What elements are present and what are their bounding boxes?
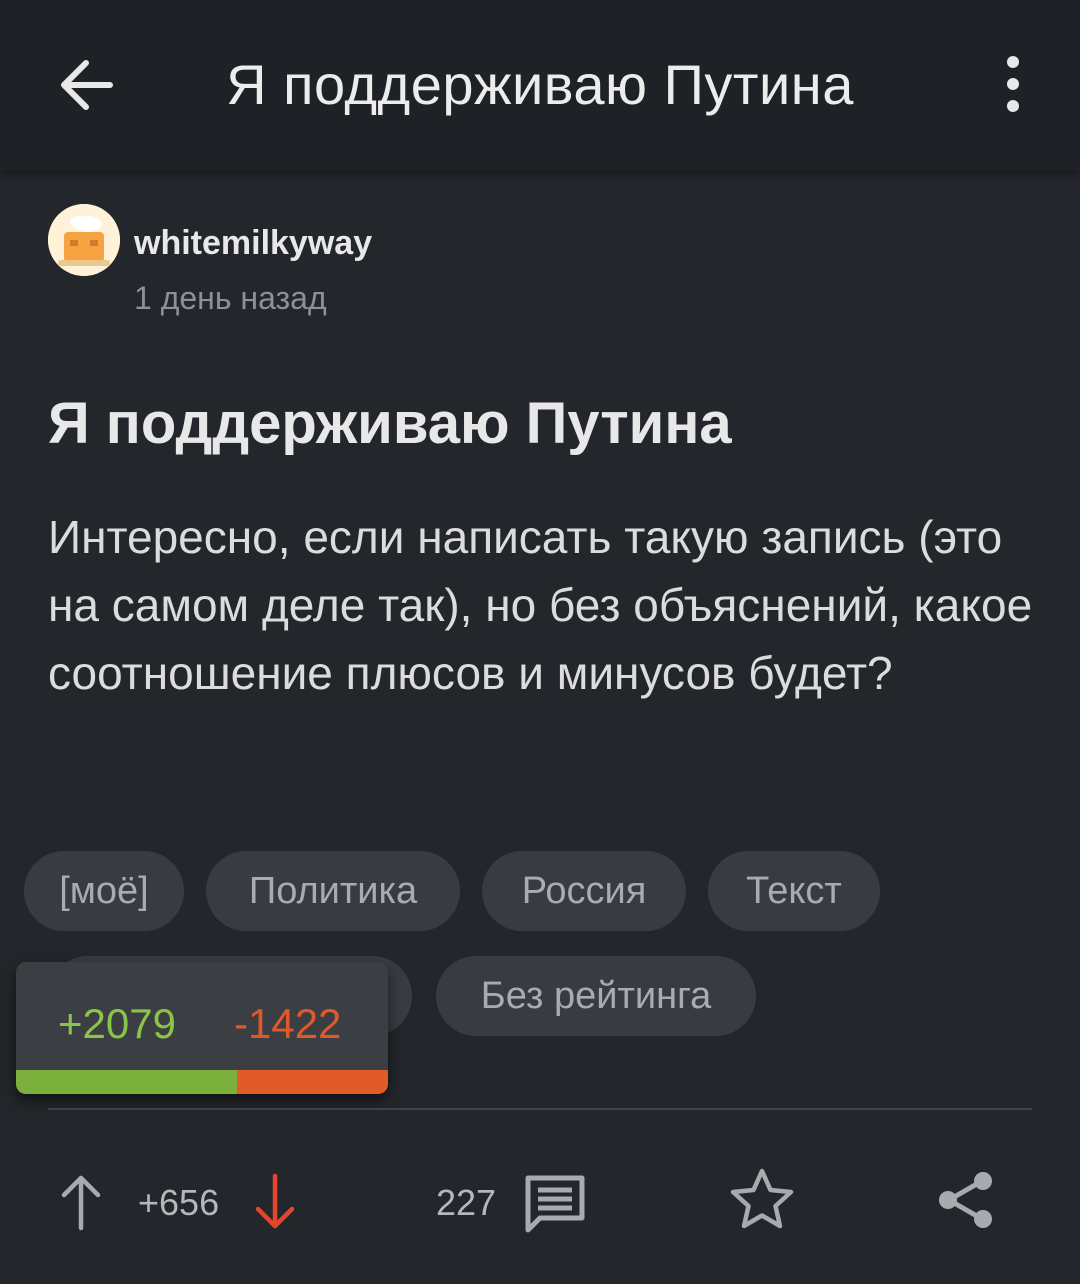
save-button[interactable] xyxy=(728,1166,796,1234)
upvote-button[interactable] xyxy=(58,1172,104,1232)
arrow-down-icon xyxy=(255,1173,295,1229)
tag-rossiya[interactable]: Россия xyxy=(482,851,686,931)
divider xyxy=(48,1108,1032,1110)
upvotes-count: +2079 xyxy=(58,1000,176,1047)
more-vertical-icon xyxy=(1007,56,1019,112)
top-app-bar: Я поддерживаю Путина xyxy=(0,0,1080,170)
star-icon xyxy=(730,1168,794,1229)
tag-bez-reytinga[interactable]: Без рейтинга xyxy=(436,956,756,1036)
comment-icon xyxy=(525,1175,585,1233)
share-icon xyxy=(939,1172,992,1228)
vote-breakdown-popup: +2079 -1422 xyxy=(16,962,388,1094)
rating-value: +656 xyxy=(138,1182,220,1223)
post-title: Я поддерживаю Путина xyxy=(48,391,732,456)
author-name[interactable]: whitemilkyway xyxy=(134,224,372,263)
vote-ratio-bar xyxy=(16,1070,388,1094)
tag-politika[interactable]: Политика xyxy=(206,851,460,931)
comments-button[interactable] xyxy=(522,1170,588,1236)
downvote-button[interactable] xyxy=(252,1172,298,1232)
post-body: Интересно, если написать такую запись (э… xyxy=(48,511,1033,699)
page-title: Я поддерживаю Путина xyxy=(226,53,854,116)
more-menu-button[interactable] xyxy=(990,52,1036,116)
vote-ratio-positive xyxy=(16,1070,237,1094)
tag-tekst[interactable]: Текст xyxy=(708,851,880,931)
avatar-image xyxy=(48,204,120,276)
post-time: 1 день назад xyxy=(134,280,327,316)
tag-moe[interactable]: [моё] xyxy=(24,851,184,931)
share-button[interactable] xyxy=(934,1168,998,1232)
arrow-up-icon xyxy=(61,1175,101,1231)
comments-count: 227 xyxy=(436,1182,497,1223)
downvotes-count: -1422 xyxy=(234,1000,342,1047)
vote-ratio-negative xyxy=(236,1070,388,1094)
avatar[interactable] xyxy=(48,204,120,276)
